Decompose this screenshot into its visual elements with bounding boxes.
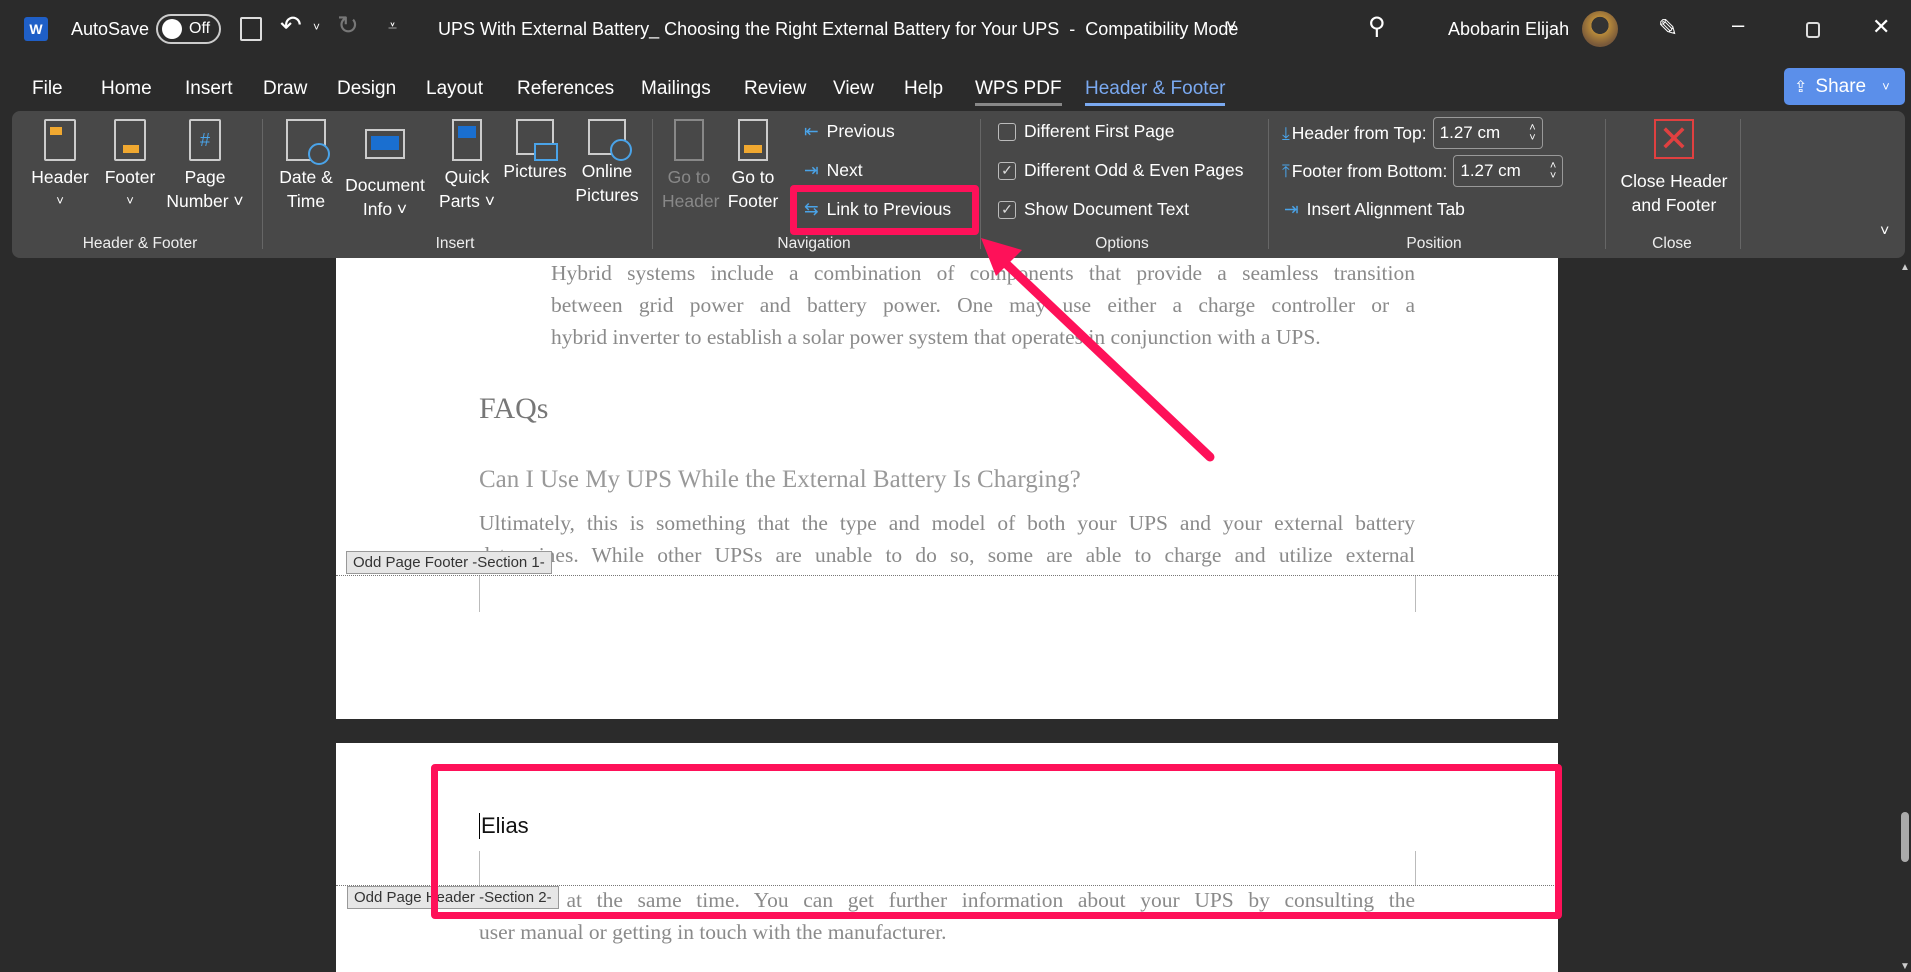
annotation-arrow — [981, 238, 1215, 462]
